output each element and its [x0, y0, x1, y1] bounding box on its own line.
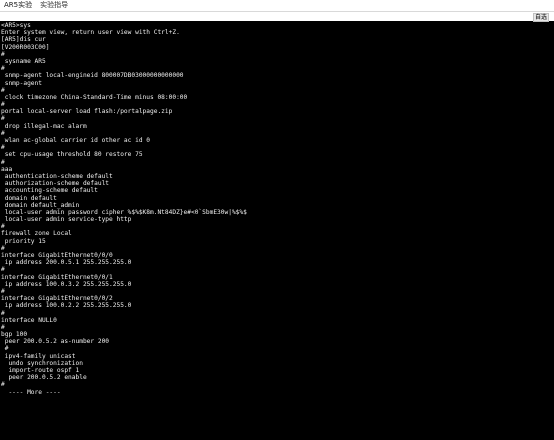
terminal-line: accounting-scheme default [1, 187, 98, 195]
terminal-line: # [1, 50, 5, 58]
terminal-line: # [1, 158, 5, 166]
terminal-line: # [1, 381, 5, 389]
terminal-line: snmp-agent local-engineid 800007DB030000… [1, 72, 184, 80]
terminal-line: # [1, 129, 5, 137]
terminal-line: ip address 100.0.2.2 255.255.255.0 [1, 302, 132, 310]
terminal-line: aaa [1, 165, 13, 173]
terminal-line: authentication-scheme default [1, 172, 113, 180]
terminal-line: Enter system view, return user view with… [1, 29, 180, 37]
terminal-line: # [1, 266, 5, 274]
terminal-line: snmp-agent [1, 79, 42, 87]
terminal-line: ip address 100.0.3.2 255.255.255.0 [1, 280, 132, 288]
terminal-line: # [1, 65, 5, 73]
terminal-line: # [1, 323, 5, 331]
terminal-line: priority 15 [1, 237, 46, 245]
terminal-line: import-route ospf 1 [1, 367, 80, 374]
tab-ar5-lab[interactable]: AR5实验 [0, 0, 36, 11]
tab-lab-guide[interactable]: 实验指导 [36, 0, 72, 11]
terminal-line: ip address 200.0.5.1 255.255.255.0 [1, 259, 132, 267]
terminal-line: # [1, 115, 5, 123]
terminal-line: bgp 100 [1, 331, 28, 339]
terminal-line: <AR5>sys [1, 22, 31, 29]
terminal-line: ipv4-family unicast [1, 352, 76, 360]
terminal-line: [AR5]dis cur [1, 36, 46, 44]
terminal-line: # [1, 144, 5, 152]
tab-bar: AR5实验 实验指导 [0, 0, 554, 12]
terminal-line: set cpu-usage threshold 80 restore 75 [1, 151, 143, 159]
terminal-line: clock timezone China-Standard-Time minus… [1, 93, 188, 101]
terminal-line: interface NULL0 [1, 316, 57, 324]
terminal-toolbar: 自选 [0, 12, 554, 22]
terminal-line: interface GigabitEthernet0/0/1 [1, 273, 113, 281]
terminal-output[interactable]: <AR5>sys Enter system view, return user v… [0, 22, 554, 440]
terminal-line: authorization-scheme default [1, 180, 110, 188]
terminal-line: undo synchronization [1, 359, 83, 367]
terminal-line: interface GigabitEthernet0/0/0 [1, 252, 113, 259]
terminal-line: # [1, 309, 5, 317]
terminal-line: interface GigabitEthernet0/0/2 [1, 295, 113, 303]
terminal-line: ---- More ---- [1, 388, 61, 396]
terminal-line: firewall zone Local [1, 230, 72, 238]
terminal-line: domain default [1, 194, 57, 202]
terminal-line: # [1, 101, 5, 109]
terminal-line: # [1, 244, 5, 252]
terminal-line: [V200R003C00] [1, 43, 50, 51]
terminal-line: # [1, 287, 5, 295]
terminal-line: wlan ac-global carrier id other ac id 0 [1, 137, 151, 144]
terminal-line: portal local-server load flash:/portalpa… [1, 108, 173, 116]
terminal-line: # [1, 345, 9, 353]
terminal-line: local-user admin password cipher %$%$K8m… [1, 208, 247, 216]
terminal-line: # [1, 86, 5, 94]
terminal-line: sysname AR5 [1, 57, 46, 65]
terminal-line: domain default_admin [1, 201, 80, 209]
terminal-line: peer 200.0.5.2 as-number 200 [1, 338, 110, 346]
terminal-line: # [1, 223, 5, 231]
terminal-line: local-user admin service-type http [1, 216, 132, 224]
terminal-line: peer 200.0.5.2 enable [1, 374, 87, 382]
toolbar-buttons[interactable]: 自选 [532, 13, 549, 22]
terminal-line: drop illegal-mac alarm [1, 122, 87, 130]
